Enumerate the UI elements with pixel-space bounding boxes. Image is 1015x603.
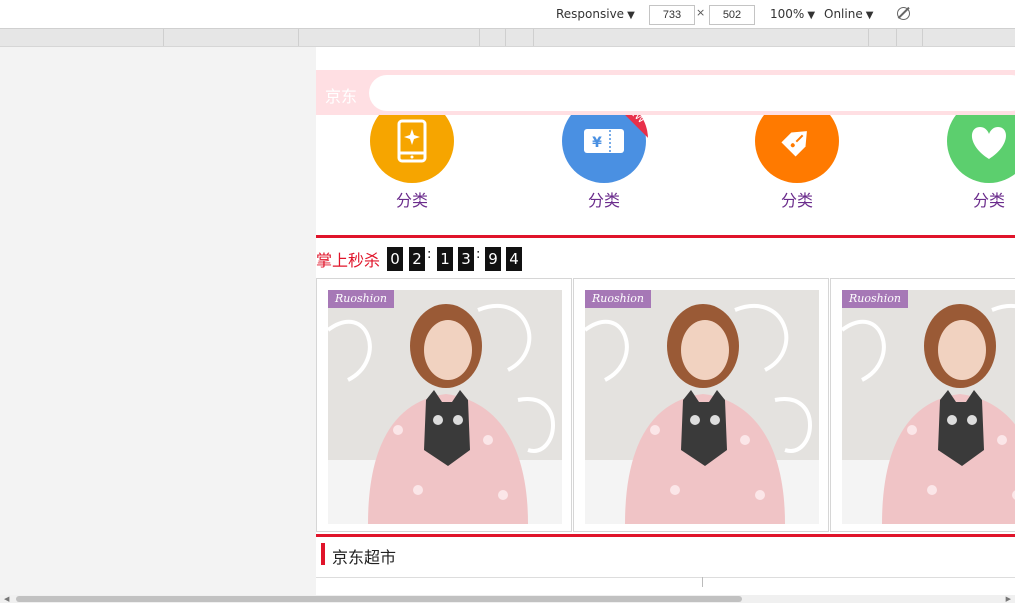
mobile-viewport: 分类 ¥ NEW 分类: [316, 47, 1015, 595]
section-divider: [316, 235, 1015, 238]
dropdown-arrow-icon: ▼: [627, 10, 635, 21]
horizontal-scrollbar[interactable]: ◀ ▶: [0, 595, 1015, 603]
scroll-right-icon[interactable]: ▶: [1006, 595, 1011, 603]
ruler-tick: [505, 29, 506, 46]
seckill-product-list: Ruoshion Ruoshion Ruoshion: [316, 278, 1015, 534]
countdown-digit: 9: [485, 247, 501, 271]
product-image[interactable]: Ruoshion: [585, 290, 819, 524]
scrollbar-thumb[interactable]: [16, 596, 742, 602]
ruler-tick: [298, 29, 299, 46]
jd-logo[interactable]: 京东: [325, 83, 357, 107]
throttle-label: Online: [824, 7, 863, 21]
nav-item-category-3[interactable]: 分类: [747, 99, 847, 211]
dropdown-arrow-icon: ▼: [865, 10, 874, 21]
brand-tag: Ruoshion: [842, 290, 908, 308]
countdown-digit: 3: [458, 247, 474, 271]
countdown-separator: :: [427, 247, 432, 262]
zoom-dropdown[interactable]: 100% ▼: [770, 0, 815, 28]
nav-item-label: 分类: [780, 191, 813, 210]
scroll-left-icon[interactable]: ◀: [4, 595, 9, 603]
section-bottom-tick: [702, 577, 703, 587]
nav-item-category-2[interactable]: ¥ NEW 分类: [554, 97, 654, 211]
width-input[interactable]: [649, 5, 695, 25]
nav-item-category-4[interactable]: 分类: [939, 99, 1015, 211]
search-input[interactable]: [369, 75, 1015, 111]
ruler-tick: [533, 29, 534, 46]
ruler-tick: [479, 29, 480, 46]
throttle-dropdown[interactable]: Online ▼: [824, 0, 873, 28]
nav-item-label: 分类: [972, 191, 1005, 210]
ruler-tick: [163, 29, 164, 46]
device-mode-dropdown[interactable]: Responsive ▼: [556, 0, 635, 28]
search-header: 京东: [316, 70, 1015, 115]
supermarket-section-header[interactable]: 京东超市: [316, 537, 1015, 577]
nav-item-label: 分类: [395, 191, 428, 210]
ruler-tick: [922, 29, 923, 46]
rotate-icon[interactable]: [897, 7, 910, 20]
product-card[interactable]: Ruoshion: [316, 278, 572, 532]
device-mode-label: Responsive: [556, 7, 625, 21]
zoom-label: 100%: [770, 7, 805, 21]
section-bottom-rule: [316, 577, 1015, 578]
product-image[interactable]: Ruoshion: [328, 290, 562, 524]
countdown-separator: :: [476, 247, 481, 262]
ruler-tick: [896, 29, 897, 46]
seckill-title: 掌上秒杀: [316, 251, 381, 270]
countdown-digit: 0: [387, 247, 403, 271]
times-symbol: ×: [696, 6, 706, 19]
product-card[interactable]: Ruoshion: [573, 278, 829, 532]
section-accent-bar: [321, 543, 325, 565]
seckill-countdown[interactable]: 掌上秒杀 0 2 : 1 3 : 9 4: [316, 245, 1015, 273]
countdown-digit: 2: [409, 247, 425, 271]
brand-tag: Ruoshion: [585, 290, 651, 308]
ruler-tick: [868, 29, 869, 46]
section-title: 京东超市: [332, 548, 397, 567]
product-card[interactable]: Ruoshion: [830, 278, 1015, 532]
media-query-ruler[interactable]: [0, 29, 1015, 47]
countdown-digit: 4: [506, 247, 522, 271]
category-nav: 分类 ¥ NEW 分类: [316, 97, 1015, 235]
dropdown-arrow-icon: ▼: [807, 10, 816, 21]
device-toolbar: Responsive▼ × 100%▼ Online▼: [0, 0, 1015, 29]
nav-item-label: 分类: [587, 191, 620, 210]
svg-text:¥: ¥: [592, 135, 602, 151]
nav-item-category-1[interactable]: 分类: [362, 99, 462, 211]
product-image[interactable]: Ruoshion: [842, 290, 1015, 524]
height-input[interactable]: [709, 5, 755, 25]
countdown-digit: 1: [437, 247, 453, 271]
brand-tag: Ruoshion: [328, 290, 394, 308]
